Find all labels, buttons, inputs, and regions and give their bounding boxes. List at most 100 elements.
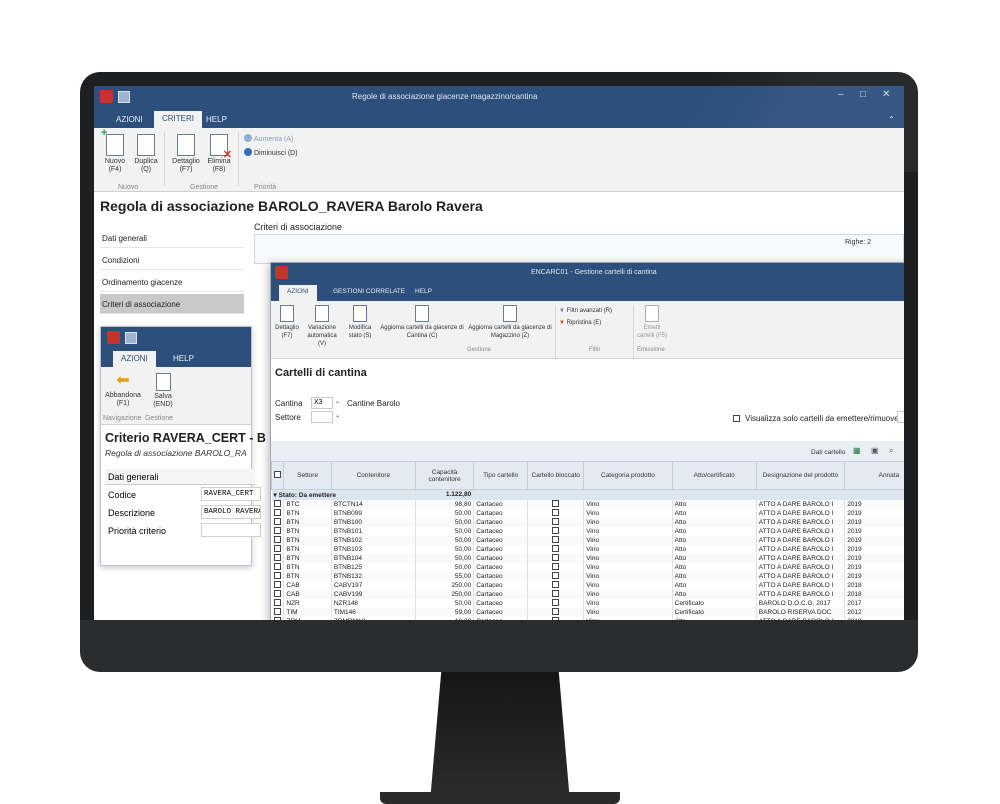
col-designazione[interactable]: Designazione del prodotto [755,461,846,490]
visualizza-checkbox[interactable] [733,415,740,422]
table-row[interactable]: BTN BTNB103 50,00 Cartaceo Vino Atto ATTO A DA… [271,544,904,554]
bloccato-checkbox[interactable] [552,607,560,615]
select-all-checkbox[interactable] [274,471,282,478]
cantina-dropdown-icon[interactable]: ⌄ [335,398,340,405]
tab-help[interactable]: HELP [165,351,202,366]
bloccato-checkbox[interactable] [552,562,560,570]
cantina-code-field[interactable]: X3 [311,397,333,409]
maximize-icon[interactable]: □ [860,89,866,100]
nuovo-button[interactable]: + Nuovo (F4) [98,128,132,174]
dettaglio-button[interactable]: Dettaglio (F7) [168,134,204,174]
table-row[interactable]: TIM TIM146 59,00 Cartaceo Vino Certificato BAR… [271,607,904,617]
tab-help[interactable]: HELP [198,112,235,127]
aggiorna-magazzino-button[interactable]: Aggiorna cartelli da giacenze di Magazzi… [467,305,553,340]
col-settore[interactable]: Settore [283,461,332,490]
table-row[interactable]: BTN BTNB101 50,00 Cartaceo Vino Atto ATTO A DA… [271,526,904,536]
col-categoria[interactable]: Categoria prodotto [583,461,673,490]
tab-help[interactable]: HELP [407,285,440,298]
diminuisci-button[interactable]: Diminuisci (D) [244,148,298,158]
bloccato-checkbox[interactable] [552,499,560,507]
row-checkbox[interactable] [273,598,281,606]
col-annata[interactable]: Annata [844,461,904,490]
table-row[interactable]: BTN BTNB100 50,00 Cartaceo Vino Atto ATTO A DA… [271,517,904,527]
sidebar-item-criteri[interactable]: Criteri di associazione [100,294,244,314]
col-bloccato[interactable]: Cartello bloccato [527,461,585,490]
row-checkbox[interactable] [273,616,281,620]
table-row[interactable]: NZR NZR148 50,00 Cartaceo Vino Certificato BAR… [271,598,904,608]
select-all-header[interactable] [271,461,285,490]
table-row[interactable]: CAB CABV199 250,00 Cartaceo Vino Atto ATTO A D… [271,589,904,599]
aggiorna-cantina-button[interactable]: Aggiorna cartelli da giacenze di Cantina… [379,305,465,340]
settore-dropdown-icon[interactable]: ⌄ [335,412,340,419]
row-checkbox[interactable] [273,553,281,561]
table-row[interactable]: CAB CABV197 250,00 Cartaceo Vino Atto ATTO A D… [271,580,904,590]
salva-button[interactable]: Salva (END) [147,373,179,409]
abbandona-button[interactable]: ⬅ Abbandona (F1) [103,373,143,408]
quick-access-icon[interactable] [118,91,130,103]
table-row[interactable]: ZRMZRMRM1810,00Cartaceo VinoAttoATTO A DA… [271,616,904,620]
collapse-ribbon-icon[interactable]: ⌃ [880,112,903,127]
row-checkbox[interactable] [273,589,281,597]
row-checkbox[interactable] [273,535,281,543]
bloccato-checkbox[interactable] [552,517,560,525]
elimina-button[interactable]: ✕ Elimina (F8) [204,134,234,174]
row-checkbox[interactable] [273,508,281,516]
table-row[interactable]: BTN BTNB125 50,00 Cartaceo Vino Atto ATTO A DA… [271,562,904,572]
row-checkbox[interactable] [273,526,281,534]
bloccato-checkbox[interactable] [552,508,560,516]
tab-azioni[interactable]: AZIONI [279,285,317,301]
bloccato-checkbox[interactable] [552,598,560,606]
bloccato-checkbox[interactable] [552,589,560,597]
col-capacita[interactable]: Capacità contenitore [414,461,475,490]
tab-azioni[interactable]: AZIONI [108,112,151,127]
sidebar-item-ordinamento[interactable]: Ordinamento giacenze [100,272,244,292]
bloccato-checkbox[interactable] [552,526,560,534]
minimize-icon[interactable]: – [838,89,844,100]
duplica-button[interactable]: Duplica (Q) [132,134,160,174]
tab-criteri[interactable]: CRITERI [154,111,202,128]
quick-access-icon[interactable] [125,332,137,344]
tab-gestioni-correlate[interactable]: GESTIONI CORRELATE [325,285,413,298]
tab-azioni[interactable]: AZIONI [113,351,156,367]
modifica-stato-button[interactable]: Modifica stato (S) [343,305,377,340]
variazione-button[interactable]: Variazione automatica (V) [303,305,341,348]
excel-icon[interactable]: ▦ [853,446,861,455]
bloccato-checkbox[interactable] [552,544,560,552]
bloccato-checkbox[interactable] [552,571,560,579]
settore-field[interactable] [311,411,333,423]
codice-field[interactable]: RAVERA_CERT [201,487,261,501]
emetti-button[interactable]: Emetti cartelli (F5) [637,305,667,340]
bloccato-checkbox[interactable] [552,553,560,561]
row-checkbox[interactable] [273,544,281,552]
table-row[interactable]: BTC BTCTN14 98,80 Cartaceo Vino Atto ATTO A DA… [271,499,904,509]
sidebar-item-condizioni[interactable]: Condizioni [100,250,244,270]
priorita-field[interactable] [201,523,261,537]
dettaglio-button[interactable]: Dettaglio (F7) [273,305,301,340]
row-checkbox[interactable] [273,499,281,507]
ripristina-button[interactable]: ▼ Ripristina (E) [559,319,601,327]
export-icon[interactable]: ▣ [871,446,879,455]
group-row[interactable]: ▾ Stato: Da emettere 1.122,80 [271,489,904,500]
bloccato-checkbox[interactable] [552,616,560,620]
row-checkbox[interactable] [273,571,281,579]
close-icon[interactable]: ✕ [882,89,890,100]
descrizione-field[interactable]: BAROLO RAVERA [201,505,261,519]
bloccato-checkbox[interactable] [552,535,560,543]
col-tipo[interactable]: Tipo cartello [473,461,529,490]
col-atto[interactable]: Atto/certificato [671,461,757,490]
search-icon[interactable]: ⌕ [889,446,893,456]
table-row[interactable]: BTN BTNB099 50,00 Cartaceo Vino Atto ATTO A DA… [271,508,904,518]
filtri-avanzati-button[interactable]: ▼ Filtri avanzati (R) [559,307,612,315]
sidebar-item-dati-generali[interactable]: Dati generali [100,228,244,248]
bloccato-checkbox[interactable] [552,580,560,588]
table-row[interactable]: BTN BTNB132 55,00 Cartaceo Vino Atto ATTO A DA… [271,571,904,581]
row-checkbox[interactable] [273,562,281,570]
visualizza-field[interactable] [897,411,904,423]
col-contenitore[interactable]: Contenitore [330,461,416,490]
table-row[interactable]: BTN BTNB104 50,00 Cartaceo Vino Atto ATTO A DA… [271,553,904,563]
aumenta-button[interactable]: Aumenta (A) [244,134,293,144]
row-checkbox[interactable] [273,607,281,615]
row-checkbox[interactable] [273,580,281,588]
row-checkbox[interactable] [273,517,281,525]
table-row[interactable]: BTN BTNB102 50,00 Cartaceo Vino Atto ATTO A DA… [271,535,904,545]
